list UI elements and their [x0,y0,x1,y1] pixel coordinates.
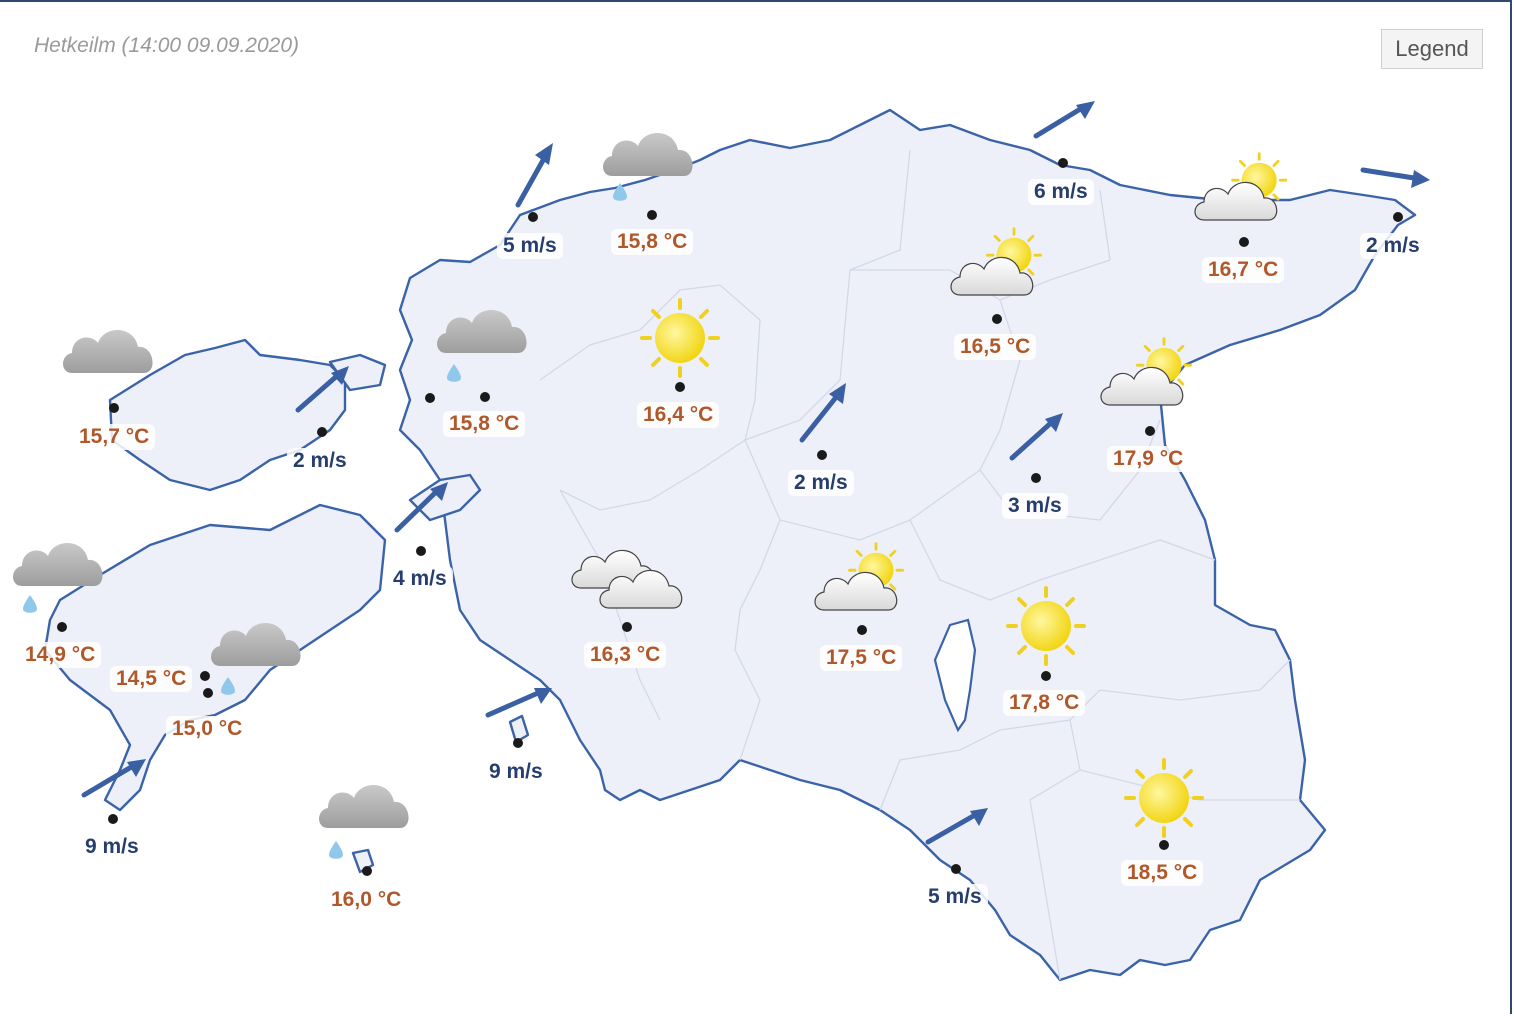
map-title: Hetkeilm (14:00 09.09.2020) [34,34,299,57]
temperature-label: 16,5 °C [954,334,1037,360]
temperature-label: 16,4 °C [637,402,720,428]
temperature-label: 15,0 °C [166,716,249,742]
wind-speed-label: 6 m/s [1028,179,1094,205]
wind-arrow-northeast [485,688,552,718]
wind-speed-label: 3 m/s [1002,493,1068,519]
temperature-label: 15,7 °C [73,424,156,450]
wind-arrow-east [1360,167,1430,188]
wind-speed-label: 9 m/s [483,759,549,785]
temperature-label: 16,0 °C [325,887,408,913]
cloud-icon [63,329,153,373]
wind-speed-label: 5 m/s [922,884,988,910]
wind-speed-label: 5 m/s [497,233,563,259]
estonia-map[interactable] [0,0,1510,1012]
wind-arrow-northeast [515,143,553,208]
wind-speed-label: 2 m/s [287,448,353,474]
kihnu [508,714,530,744]
cloud-rain-icon [319,784,409,859]
sun-cloud-icon [1194,152,1288,221]
temperature-label: 16,7 °C [1202,257,1285,283]
temperature-label: 15,8 °C [611,229,694,255]
temperature-label: 16,3 °C [584,642,667,668]
temperature-label: 17,8 °C [1003,690,1086,716]
wind-speed-label: 9 m/s [79,834,145,860]
temperature-label: 18,5 °C [1121,860,1204,886]
legend-button[interactable]: Legend [1381,29,1483,69]
temperature-label: 14,5 °C [110,666,193,692]
wind-speed-label: 4 m/s [387,566,453,592]
temperature-label: 14,9 °C [19,642,102,668]
temperature-label: 15,8 °C [443,411,526,437]
wind-speed-label: 2 m/s [1360,233,1426,259]
temperature-label: 17,5 °C [820,645,903,671]
wind-arrow-northeast [1033,101,1095,139]
wind-speed-label: 2 m/s [788,470,854,496]
temperature-label: 17,9 °C [1107,446,1190,472]
